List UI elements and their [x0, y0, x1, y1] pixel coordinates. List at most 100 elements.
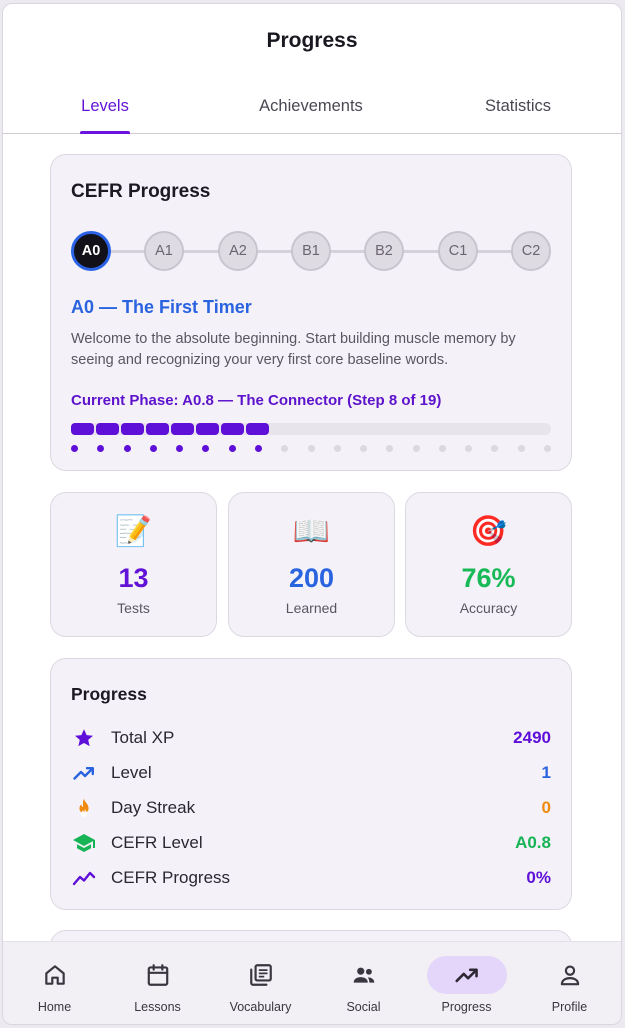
phase-segment	[196, 423, 219, 435]
phase-step-dot	[71, 445, 78, 452]
phase-step-dot	[202, 445, 209, 452]
phase-step-dot	[124, 445, 131, 452]
nav-lessons[interactable]: Lessons	[106, 942, 209, 1024]
book-icon: 📖	[292, 515, 331, 548]
phase-step-dot	[281, 445, 288, 452]
level-step-a2[interactable]: A2	[218, 231, 258, 271]
progress-value: A0.8	[515, 833, 551, 852]
phase-step-dot	[413, 445, 420, 452]
phase-step-dot	[229, 445, 236, 452]
trending-up-icon	[71, 760, 97, 786]
progress-row-total-xp: Total XP 2490	[71, 725, 551, 751]
tab-achievements[interactable]: Achievements	[241, 78, 381, 134]
progress-value: 0%	[526, 868, 551, 887]
person-icon	[530, 956, 610, 994]
phase-step-dot	[150, 445, 157, 452]
nav-progress[interactable]: Progress	[415, 942, 518, 1024]
progress-summary-card: Progress Total XP 2490 Level 1 Day Strea…	[50, 658, 572, 910]
progress-label: Day Streak	[111, 798, 196, 817]
progress-label: Level	[111, 763, 152, 782]
people-icon	[324, 956, 404, 994]
fire-icon	[71, 795, 97, 821]
level-step-b2[interactable]: B2	[364, 231, 404, 271]
tab-indicator	[80, 131, 130, 134]
phase-step-dot	[439, 445, 446, 452]
cefr-card-title: CEFR Progress	[71, 181, 211, 202]
progress-value: 2490	[513, 728, 551, 747]
level-step-c2[interactable]: C2	[511, 231, 551, 271]
nav-label: Home	[37, 1000, 72, 1014]
phase-segment	[71, 423, 94, 435]
phase-step-dot	[308, 445, 315, 452]
tab-bar: Levels Achievements Statistics	[3, 78, 621, 134]
level-step-a1[interactable]: A1	[144, 231, 184, 271]
nav-label: Social	[346, 1000, 381, 1014]
phase-step-dot	[360, 445, 367, 452]
level-name: A0 — The First Timer	[71, 297, 252, 317]
current-phase: Current Phase: A0.8 — The Connector (Ste…	[71, 392, 442, 409]
phase-step-dot	[518, 445, 525, 452]
progress-row-day-streak: Day Streak 0	[71, 795, 551, 821]
progress-row-cefr-progress: CEFR Progress 0%	[71, 865, 551, 891]
phase-segment	[146, 423, 169, 435]
tab-statistics[interactable]: Statistics	[463, 78, 573, 134]
nav-label: Vocabulary	[229, 1000, 292, 1014]
phase-step-dot	[465, 445, 472, 452]
phase-step-dot	[255, 445, 262, 452]
phase-segment	[96, 423, 119, 435]
stat-value-learned: 200	[288, 563, 335, 593]
stat-card-learned: 📖 200 Learned	[228, 492, 395, 637]
nav-home[interactable]: Home	[3, 942, 106, 1024]
app-header: Progress	[3, 4, 621, 78]
nav-label: Profile	[551, 1000, 588, 1014]
phase-segment	[121, 423, 144, 435]
target-icon: 🎯	[469, 515, 508, 548]
phase-step-dot	[334, 445, 341, 452]
trending-icon	[426, 956, 507, 994]
star-icon	[71, 725, 97, 751]
phase-segment	[221, 423, 244, 435]
phase-segment	[171, 423, 194, 435]
level-description: Welcome to the absolute beginning. Start…	[71, 331, 516, 368]
cefr-progress-card: CEFR Progress A0 A1 A2 B1 B2 C1 C2 A0 — …	[50, 154, 572, 471]
app-frame: Progress Levels Achievements Statistics …	[2, 3, 622, 1025]
level-step-b1[interactable]: B1	[291, 231, 331, 271]
graduation-cap-icon	[71, 830, 97, 856]
home-icon	[15, 956, 95, 994]
progress-card-title: Progress	[71, 684, 147, 704]
progress-row-level: Level 1	[71, 760, 551, 786]
stat-label-accuracy: Accuracy	[459, 600, 518, 616]
page-title: Progress	[266, 29, 358, 52]
progress-label: CEFR Level	[111, 833, 203, 852]
bottom-navigation: Home Lessons Vocabulary Social Progress	[3, 941, 621, 1024]
progress-label: CEFR Progress	[111, 868, 231, 887]
stat-label-learned: Learned	[285, 600, 338, 616]
stat-card-tests: 📝 13 Tests	[50, 492, 217, 637]
tab-levels[interactable]: Levels	[55, 78, 155, 134]
stat-label-tests: Tests	[117, 600, 150, 616]
phase-segment	[246, 423, 269, 435]
phase-step-dot	[544, 445, 551, 452]
phase-step-dot	[176, 445, 183, 452]
memo-icon: 📝	[114, 515, 153, 548]
progress-row-cefr-level: CEFR Level A0.8	[71, 830, 551, 856]
nav-vocabulary[interactable]: Vocabulary	[209, 942, 312, 1024]
phase-step-dots	[71, 445, 551, 453]
nav-social[interactable]: Social	[312, 942, 415, 1024]
phase-step-dot	[491, 445, 498, 452]
nav-label: Lessons	[134, 1000, 181, 1014]
progress-label: Total XP	[111, 728, 175, 747]
nav-label: Progress	[441, 1000, 492, 1014]
progress-value: 1	[541, 763, 551, 782]
cefr-level-stepper: A0 A1 A2 B1 B2 C1 C2	[71, 231, 551, 271]
nav-profile[interactable]: Profile	[518, 942, 621, 1024]
level-step-a0[interactable]: A0	[71, 231, 111, 271]
stat-value-accuracy: 76%	[461, 563, 516, 593]
stat-card-accuracy: 🎯 76% Accuracy	[405, 492, 572, 637]
progress-value: 0	[541, 798, 551, 817]
phase-step-dot	[97, 445, 104, 452]
phase-step-dot	[386, 445, 393, 452]
calendar-icon	[118, 956, 198, 994]
level-step-c1[interactable]: C1	[438, 231, 478, 271]
chart-line-icon	[71, 865, 97, 891]
